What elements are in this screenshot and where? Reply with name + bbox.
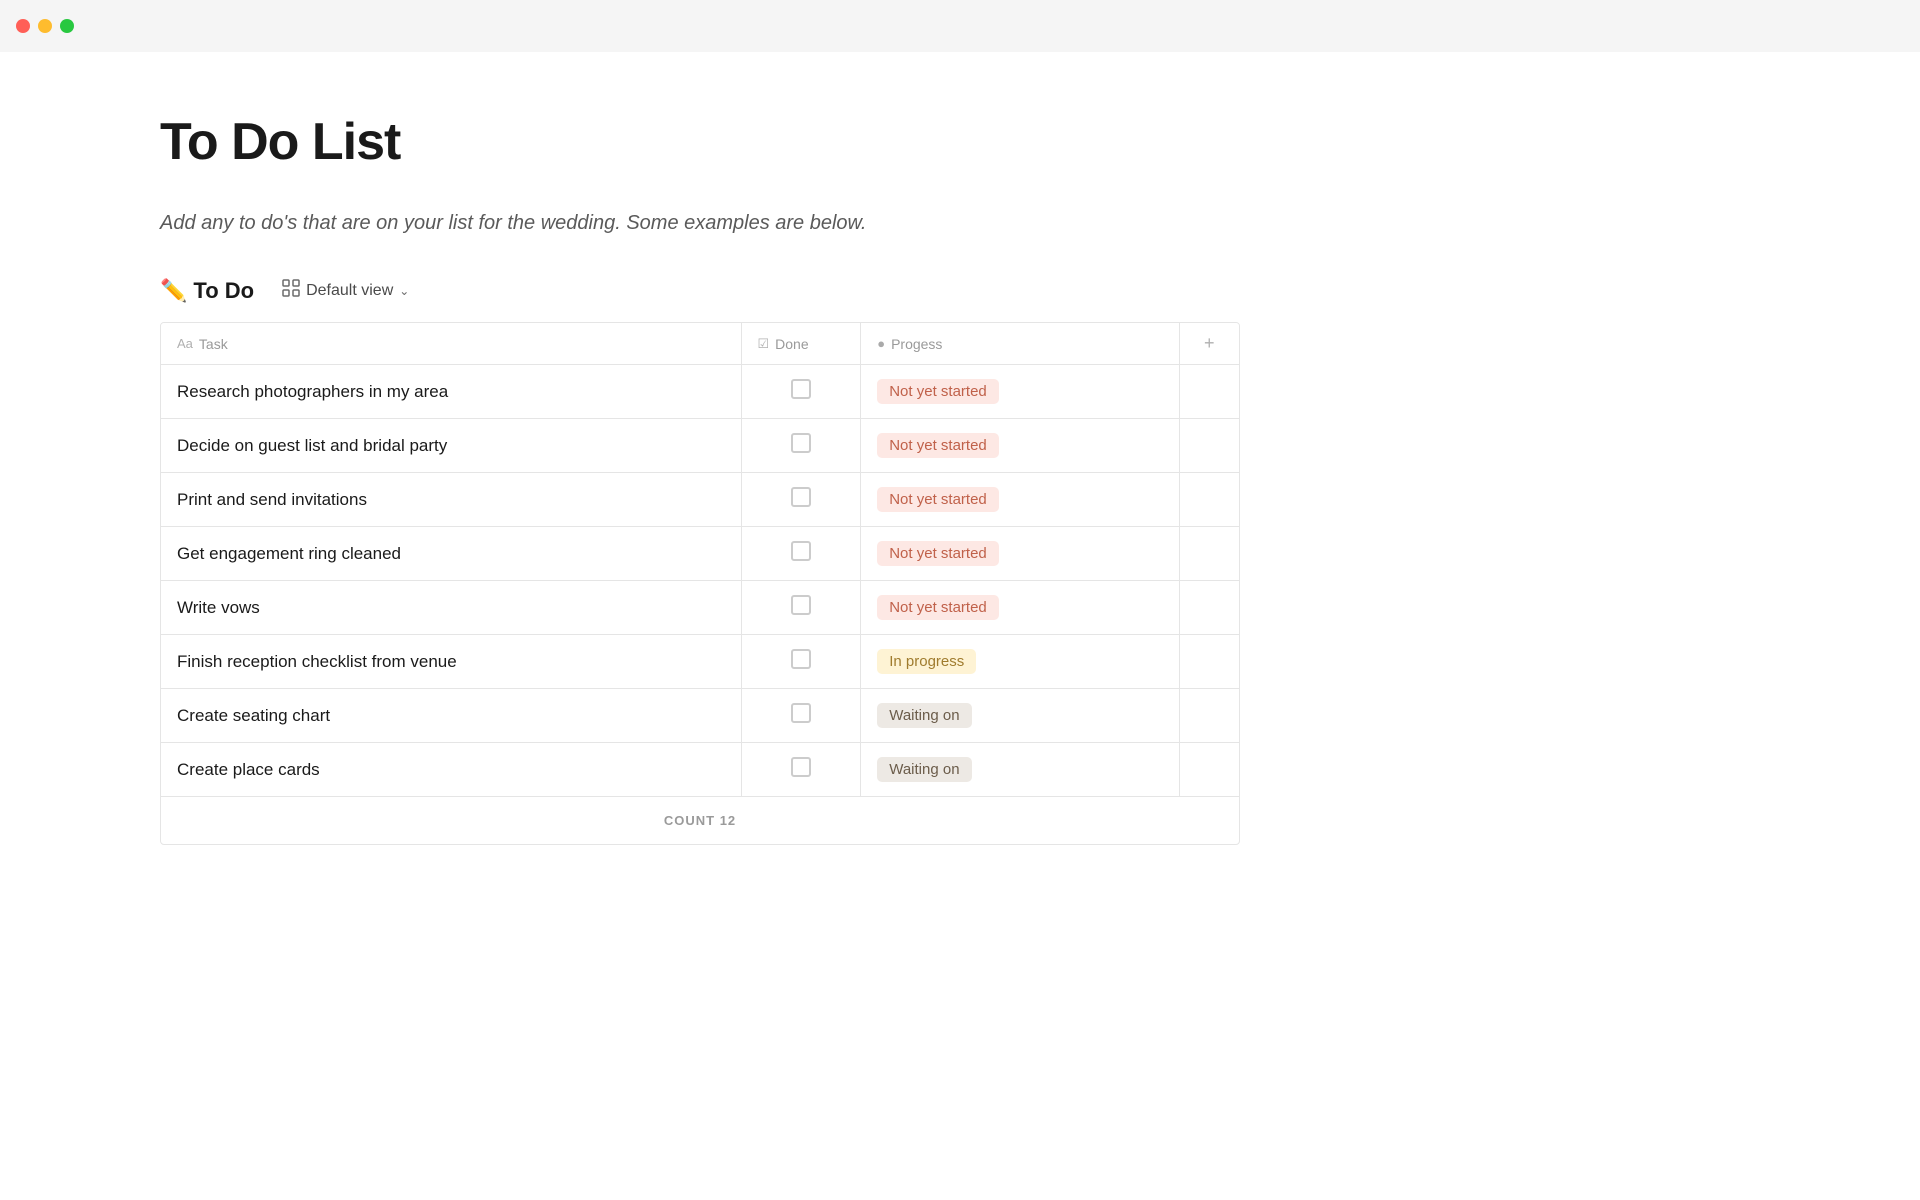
minimize-button[interactable] — [38, 19, 52, 33]
done-cell[interactable] — [741, 635, 861, 689]
progress-cell[interactable]: In progress — [861, 635, 1179, 689]
column-header-progress: ● Progess — [861, 323, 1179, 365]
database-title: ✏️ To Do — [160, 278, 254, 304]
view-selector-button[interactable]: Default view ⌄ — [274, 275, 417, 306]
database-table: Aa Task ☑ Done ● Progess — [160, 322, 1240, 845]
column-progress-label: Progess — [891, 336, 942, 352]
task-cell[interactable]: Finish reception checklist from venue — [161, 635, 741, 689]
row-action-cell — [1179, 473, 1239, 527]
task-text: Finish reception checklist from venue — [177, 652, 457, 671]
done-cell[interactable] — [741, 689, 861, 743]
column-done-label: Done — [775, 336, 808, 352]
status-badge[interactable]: Waiting on — [877, 703, 971, 728]
done-cell[interactable] — [741, 473, 861, 527]
count-label: COUNT — [664, 813, 715, 828]
row-action-cell — [1179, 581, 1239, 635]
add-column-icon[interactable]: + — [1204, 333, 1215, 353]
status-badge[interactable]: Waiting on — [877, 757, 971, 782]
row-action-cell — [1179, 365, 1239, 419]
database-header: ✏️ To Do Default view ⌄ — [160, 275, 1240, 306]
row-action-cell — [1179, 635, 1239, 689]
table-row: Get engagement ring cleaned Not yet star… — [161, 527, 1239, 581]
done-checkbox[interactable] — [791, 757, 811, 777]
table-header-row: Aa Task ☑ Done ● Progess — [161, 323, 1239, 365]
progress-cell[interactable]: Waiting on — [861, 689, 1179, 743]
progress-cell[interactable]: Not yet started — [861, 473, 1179, 527]
text-type-icon: Aa — [177, 336, 193, 351]
table-row: Write vows Not yet started — [161, 581, 1239, 635]
chevron-down-icon: ⌄ — [399, 284, 409, 298]
status-badge[interactable]: In progress — [877, 649, 976, 674]
column-header-task: Aa Task — [161, 323, 741, 365]
task-text: Write vows — [177, 598, 260, 617]
task-text: Create place cards — [177, 760, 320, 779]
table-row: Finish reception checklist from venue In… — [161, 635, 1239, 689]
titlebar — [0, 0, 1920, 52]
row-action-cell — [1179, 419, 1239, 473]
main-content: To Do List Add any to do's that are on y… — [0, 52, 1400, 925]
table-row: Research photographers in my area Not ye… — [161, 365, 1239, 419]
table-row: Decide on guest list and bridal party No… — [161, 419, 1239, 473]
task-cell[interactable]: Create seating chart — [161, 689, 741, 743]
progress-cell[interactable]: Not yet started — [861, 365, 1179, 419]
done-checkbox[interactable] — [791, 379, 811, 399]
done-checkbox[interactable] — [791, 487, 811, 507]
done-checkbox[interactable] — [791, 703, 811, 723]
status-badge[interactable]: Not yet started — [877, 379, 999, 404]
task-cell[interactable]: Print and send invitations — [161, 473, 741, 527]
count-bar: COUNT 12 — [161, 796, 1239, 844]
table-row: Create place cards Waiting on — [161, 743, 1239, 797]
status-badge[interactable]: Not yet started — [877, 541, 999, 566]
table-row: Print and send invitations Not yet start… — [161, 473, 1239, 527]
progress-cell[interactable]: Not yet started — [861, 527, 1179, 581]
done-cell[interactable] — [741, 743, 861, 797]
task-cell[interactable]: Write vows — [161, 581, 741, 635]
grid-icon — [282, 279, 300, 302]
done-checkbox[interactable] — [791, 649, 811, 669]
task-text: Research photographers in my area — [177, 382, 448, 401]
status-badge[interactable]: Not yet started — [877, 433, 999, 458]
task-cell[interactable]: Get engagement ring cleaned — [161, 527, 741, 581]
progress-cell[interactable]: Waiting on — [861, 743, 1179, 797]
column-add-header[interactable]: + — [1179, 323, 1239, 365]
checkbox-type-icon: ☑ — [758, 336, 770, 352]
table-row: Create seating chart Waiting on — [161, 689, 1239, 743]
done-checkbox[interactable] — [791, 541, 811, 561]
task-cell[interactable]: Research photographers in my area — [161, 365, 741, 419]
status-badge[interactable]: Not yet started — [877, 487, 999, 512]
done-cell[interactable] — [741, 365, 861, 419]
task-text: Create seating chart — [177, 706, 330, 725]
close-button[interactable] — [16, 19, 30, 33]
done-cell[interactable] — [741, 581, 861, 635]
row-action-cell — [1179, 743, 1239, 797]
view-label: Default view — [306, 282, 393, 300]
status-badge[interactable]: Not yet started — [877, 595, 999, 620]
progress-cell[interactable]: Not yet started — [861, 581, 1179, 635]
task-text: Print and send invitations — [177, 490, 367, 509]
task-cell[interactable]: Decide on guest list and bridal party — [161, 419, 741, 473]
maximize-button[interactable] — [60, 19, 74, 33]
done-cell[interactable] — [741, 419, 861, 473]
done-checkbox[interactable] — [791, 433, 811, 453]
task-text: Decide on guest list and bridal party — [177, 436, 447, 455]
select-type-icon: ● — [877, 336, 885, 351]
task-cell[interactable]: Create place cards — [161, 743, 741, 797]
database-emoji: ✏️ — [160, 278, 187, 304]
column-task-label: Task — [199, 336, 228, 352]
done-checkbox[interactable] — [791, 595, 811, 615]
row-action-cell — [1179, 527, 1239, 581]
page-description: Add any to do's that are on your list fo… — [160, 212, 1240, 235]
done-cell[interactable] — [741, 527, 861, 581]
row-action-cell — [1179, 689, 1239, 743]
count-value: 12 — [720, 813, 736, 828]
progress-cell[interactable]: Not yet started — [861, 419, 1179, 473]
task-text: Get engagement ring cleaned — [177, 544, 401, 563]
page-title: To Do List — [160, 112, 1240, 172]
column-header-done: ☑ Done — [741, 323, 861, 365]
database-title-text: To Do — [193, 278, 254, 304]
